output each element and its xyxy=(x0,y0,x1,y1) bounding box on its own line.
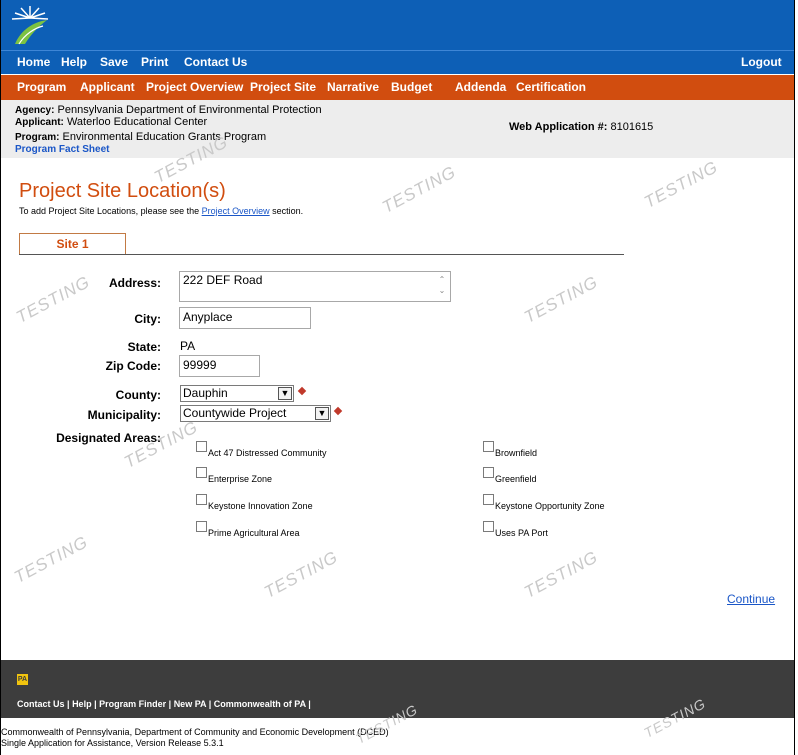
web-application-label: Web Application #: xyxy=(509,121,608,133)
applicant-value: Waterloo Educational Center xyxy=(66,116,208,128)
fact-sheet-line: Program Fact Sheet xyxy=(15,143,109,155)
header-logo-bar xyxy=(1,0,794,50)
section-tab-project-site[interactable]: Project Site xyxy=(250,80,316,94)
section-tab-program[interactable]: Program xyxy=(17,80,66,94)
web-application-value: 8101615 xyxy=(610,121,654,133)
watermark-text: TESTING xyxy=(261,547,342,602)
state-value: PA xyxy=(180,339,196,353)
keystone-opportunity-label: Keystone Opportunity Zone xyxy=(495,501,605,511)
act47-checkbox[interactable] xyxy=(196,441,207,452)
footer-links: Contact Us | Help | Program Finder | New… xyxy=(17,699,311,709)
continue-link[interactable]: Continue xyxy=(727,592,775,606)
pa-keystone-icon: PA xyxy=(17,674,28,685)
program-label: Program: xyxy=(15,132,60,143)
page-title: Project Site Location(s) xyxy=(19,180,226,202)
brownfield-label: Brownfield xyxy=(495,448,538,458)
nav-logout[interactable]: Logout xyxy=(741,55,782,69)
keystone-innovation-checkbox[interactable] xyxy=(196,494,207,505)
hint-text-post: section. xyxy=(269,206,304,216)
required-icon xyxy=(333,406,343,416)
section-tab-project-overview[interactable]: Project Overview xyxy=(146,80,243,94)
municipality-value: Countywide Project xyxy=(183,406,287,420)
watermark-text: TESTING xyxy=(13,272,94,327)
section-tab-addenda[interactable]: Addenda xyxy=(455,80,506,94)
designated-areas-label: Designated Areas: xyxy=(56,431,161,445)
footer-help-link[interactable]: Help xyxy=(72,699,92,709)
act47-label: Act 47 Distressed Community xyxy=(208,448,327,458)
pa-port-checkbox[interactable] xyxy=(483,521,494,532)
county-value: Dauphin xyxy=(183,386,228,400)
keystone-opportunity-checkbox[interactable] xyxy=(483,494,494,505)
agency-line: Agency: Pennsylvania Department of Envir… xyxy=(15,104,322,116)
watermark-text: TESTING xyxy=(521,547,602,602)
page-hint: To add Project Site Locations, please se… xyxy=(19,206,303,216)
applicant-label: Applicant: xyxy=(15,117,64,128)
nav-print[interactable]: Print xyxy=(141,55,168,69)
footer-version: Single Application for Assistance, Versi… xyxy=(1,738,224,748)
address-textarea[interactable]: 222 DEF Road ⌃ ⌄ xyxy=(179,271,451,302)
nav-home[interactable]: Home xyxy=(17,55,50,69)
section-nav: Program Applicant Project Overview Proje… xyxy=(1,75,794,100)
county-label: County: xyxy=(115,388,161,402)
footer-commonwealth-link[interactable]: Commonwealth of PA xyxy=(214,699,306,709)
address-value: 222 DEF Road xyxy=(183,273,263,287)
greenfield-checkbox[interactable] xyxy=(483,467,494,478)
chevron-down-icon[interactable]: ▼ xyxy=(278,387,292,400)
pa-port-label: Uses PA Port xyxy=(495,528,548,538)
zip-label: Zip Code: xyxy=(105,359,161,373)
web-application-number: Web Application #: 8101615 xyxy=(509,121,653,133)
prime-agricultural-label: Prime Agricultural Area xyxy=(208,528,300,538)
applicant-line: Applicant: Waterloo Educational Center xyxy=(15,116,207,128)
hint-text-pre: To add Project Site Locations, please se… xyxy=(19,206,202,216)
footer-copyright: Commonwealth of Pennsylvania, Department… xyxy=(1,727,389,737)
county-select[interactable]: Dauphin ▼ xyxy=(180,385,294,402)
nav-contact-us[interactable]: Contact Us xyxy=(184,55,247,69)
required-icon xyxy=(297,386,307,396)
program-line: Program: Environmental Education Grants … xyxy=(15,131,266,143)
nav-help[interactable]: Help xyxy=(61,55,87,69)
top-nav: Home Help Save Print Contact Us Logout xyxy=(1,50,794,74)
watermark-text: TESTING xyxy=(379,162,460,217)
watermark-text: TESTING xyxy=(11,532,92,587)
section-tab-applicant[interactable]: Applicant xyxy=(80,80,135,94)
project-overview-link[interactable]: Project Overview xyxy=(202,206,270,216)
footer-program-finder-link[interactable]: Program Finder xyxy=(99,699,166,709)
chevron-down-icon[interactable]: ▼ xyxy=(315,407,329,420)
enterprise-zone-label: Enterprise Zone xyxy=(208,474,273,484)
section-tab-certification[interactable]: Certification xyxy=(516,80,586,94)
nav-save[interactable]: Save xyxy=(100,55,128,69)
agency-value: Pennsylvania Department of Environmental… xyxy=(57,104,322,116)
watermark-text: TESTING xyxy=(641,157,722,212)
state-label: State: xyxy=(127,340,161,354)
prime-agricultural-checkbox[interactable] xyxy=(196,521,207,532)
city-field[interactable]: Anyplace xyxy=(179,307,311,329)
watermark-text: TESTING xyxy=(521,272,602,327)
city-label: City: xyxy=(134,312,161,326)
watermark-text: TESTING xyxy=(121,417,202,472)
section-tab-narrative[interactable]: Narrative xyxy=(327,80,379,94)
enterprise-zone-checkbox[interactable] xyxy=(196,467,207,478)
tab-site-1[interactable]: Site 1 xyxy=(19,233,126,255)
zip-field[interactable]: 99999 xyxy=(179,355,260,377)
greenfield-label: Greenfield xyxy=(495,474,537,484)
application-info-panel: Agency: Pennsylvania Department of Envir… xyxy=(1,100,794,158)
page-frame: Home Help Save Print Contact Us Logout P… xyxy=(0,0,795,755)
brownfield-checkbox[interactable] xyxy=(483,441,494,452)
municipality-label: Municipality: xyxy=(87,408,161,422)
footer: PA Contact Us | Help | Program Finder | … xyxy=(1,660,794,718)
tab-divider xyxy=(19,254,624,255)
pa-logo-icon xyxy=(11,6,49,45)
keystone-innovation-label: Keystone Innovation Zone xyxy=(208,501,313,511)
municipality-select[interactable]: Countywide Project ▼ xyxy=(180,405,331,422)
footer-separator: | xyxy=(308,699,311,709)
footer-new-pa-link[interactable]: New PA xyxy=(174,699,207,709)
address-label: Address: xyxy=(108,276,161,290)
program-value: Environmental Education Grants Program xyxy=(62,131,267,143)
footer-contact-us-link[interactable]: Contact Us xyxy=(17,699,65,709)
program-fact-sheet-link[interactable]: Program Fact Sheet xyxy=(15,144,109,155)
agency-label: Agency: xyxy=(15,105,55,116)
section-tab-budget[interactable]: Budget xyxy=(391,80,432,94)
textarea-scroll-arrows[interactable]: ⌃ ⌄ xyxy=(436,274,448,298)
